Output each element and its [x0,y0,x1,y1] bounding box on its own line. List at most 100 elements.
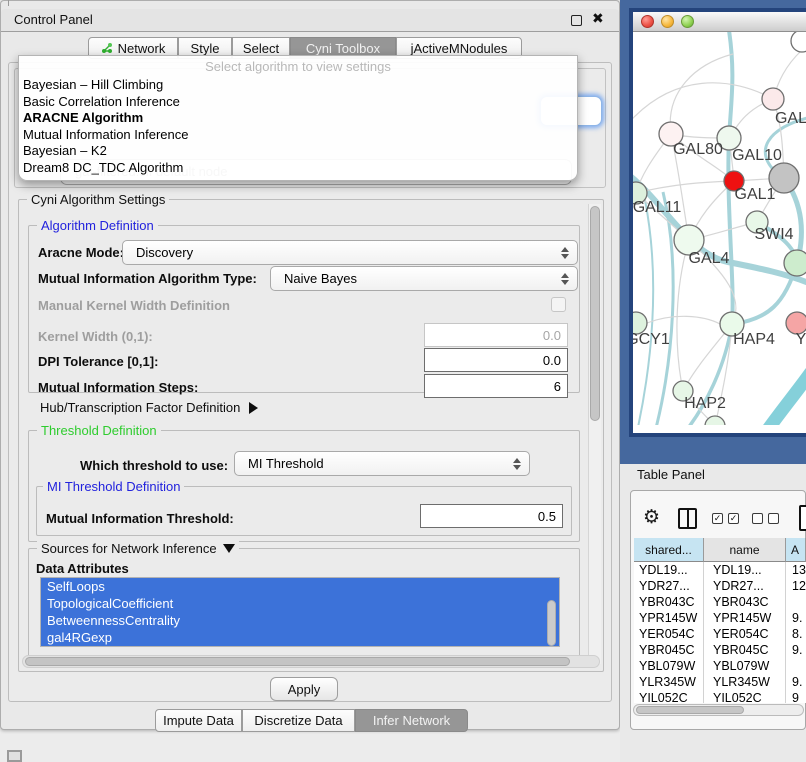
network-edge[interactable] [748,372,806,425]
table-header-row: shared... name A [634,538,806,562]
network-window-titlebar[interactable] [633,12,806,32]
panel-grip-handle[interactable] [7,750,22,762]
select-all-checkbox-icon[interactable]: ✓ [728,513,739,524]
network-edge[interactable] [647,316,720,324]
threshold-definition-title: Threshold Definition [37,423,161,438]
table-cell: YBL079W [704,658,786,674]
export-table-icon[interactable] [799,505,806,531]
table-cell: YPR145W [704,610,786,626]
table-row[interactable]: YDL19...YDL19...13 [634,562,806,578]
network-node[interactable] [762,88,784,110]
split-columns-icon[interactable] [678,508,697,529]
deselect-all-checkbox-icon[interactable] [768,513,779,524]
table-cell: YBR045C [704,642,786,658]
network-node-label: GCY1 [633,331,670,348]
column-header[interactable]: A [786,538,806,562]
scrollbar-thumb[interactable] [25,657,570,666]
settings-horizontal-scrollbar[interactable] [22,655,600,668]
window-edge-tick [8,0,9,6]
network-node[interactable] [791,32,806,52]
aracne-mode-combobox[interactable]: Discovery [122,240,578,265]
deselect-all-checkbox-icon[interactable] [752,513,763,524]
algorithm-dropdown-list: Bayesian – Hill ClimbingBasic Correlatio… [23,77,573,176]
table-cell: YPR145W [634,610,704,626]
tab-impute-data[interactable]: Impute Data [155,709,242,732]
scrollbar-thumb[interactable] [636,706,744,714]
tab-infer-network[interactable]: Infer Network [355,709,468,732]
hub-definition-expander[interactable]: Hub/Transcription Factor Definition [40,400,258,415]
minimize-window-icon[interactable] [661,15,674,28]
attribute-list-item[interactable]: gal4RGexp [41,629,559,646]
dropdown-item[interactable]: Mutual Information Inference [23,127,573,144]
table-row[interactable]: YBR043CYBR043C [634,594,806,610]
dropdown-item[interactable]: Dream8 DC_TDC Algorithm [23,160,573,177]
sources-group-title[interactable]: Sources for Network Inference [37,541,239,556]
mi-type-combobox[interactable]: Naive Bayes [270,266,578,291]
network-canvas[interactable]: GALGAL80GAL10GAL1GAL11SWI4GAL4GCY1HAP4YH… [633,32,806,425]
column-header[interactable]: shared... [634,538,704,562]
table-cell: YIL052C [634,690,704,703]
gear-icon[interactable]: ⚙ [643,506,660,528]
dropdown-item[interactable]: ARACNE Algorithm [23,110,573,127]
table-cell: YDL19... [704,562,786,578]
tab-label: Select [243,41,279,56]
float-panel-icon[interactable] [571,15,582,26]
screenshot: Control Panel ✖ Network Style Select Cyn… [0,0,806,762]
network-edge[interactable] [677,240,689,391]
attribute-list-item[interactable]: TopologicalCoefficient [41,595,559,612]
network-node[interactable] [784,250,806,276]
network-edge[interactable] [633,83,773,127]
network-edge[interactable] [655,192,673,425]
select-all-checkbox-icon[interactable]: ✓ [712,513,723,524]
algorithm-dropdown: Select algorithm to view settings Bayesi… [18,55,578,181]
apply-button[interactable]: Apply [270,677,338,701]
which-threshold-combobox[interactable]: MI Threshold [234,451,530,476]
table-cell [786,658,806,674]
kernel-width-field[interactable]: 0.0 [424,323,568,347]
table-row[interactable]: YIL052CYIL052C9 [634,690,806,703]
tab-discretize-data[interactable]: Discretize Data [242,709,355,732]
manual-kernel-label: Manual Kernel Width Definition [38,298,230,313]
list-scrollbar-thumb[interactable] [547,600,556,646]
tab-label: Network [118,41,166,56]
dropdown-prompt: Select algorithm to view settings [19,59,577,74]
table-row[interactable]: YBL079WYBL079W [634,658,806,674]
mi-threshold-field[interactable]: 0.5 [420,504,563,528]
table-cell: 9. [786,642,806,658]
table-row[interactable]: YDR27...YDR27...12 [634,578,806,594]
close-window-icon[interactable] [641,15,654,28]
network-edge[interactable] [670,54,733,134]
manual-kernel-checkbox[interactable] [551,297,566,312]
table-row[interactable]: YER054CYER054C8. [634,626,806,642]
aracne-mode-label: Aracne Mode: [38,245,124,260]
tab-label: Discretize Data [254,713,342,728]
data-attributes-list[interactable]: SelfLoopsTopologicalCoefficientBetweenne… [40,577,560,647]
network-node-label: GAL4 [689,250,730,267]
column-header[interactable]: name [704,538,786,562]
mi-steps-field[interactable]: 6 [424,374,568,398]
attribute-list-item[interactable]: SelfLoops [41,578,559,595]
dropdown-item[interactable]: Bayesian – K2 [23,143,573,160]
mi-steps-label: Mutual Information Steps: [38,380,198,395]
dropdown-item[interactable]: Bayesian – Hill Climbing [23,77,573,94]
dropdown-item[interactable]: Basic Correlation Inference [23,94,573,111]
table-cell: 13 [786,562,806,578]
table-row[interactable]: YBR045CYBR045C9. [634,642,806,658]
network-edge[interactable] [636,181,734,193]
attribute-list-item[interactable]: BetweennessCentrality [41,612,559,629]
table-row[interactable]: YPR145WYPR145W9. [634,610,806,626]
dpi-tolerance-field[interactable]: 0.0 [424,348,568,372]
network-node-label: SWI4 [754,226,793,243]
settings-vertical-scrollbar[interactable] [588,204,601,664]
zoom-window-icon[interactable] [681,15,694,28]
network-node[interactable] [705,416,725,425]
collapse-down-icon [223,544,235,553]
stepper-icon [561,247,569,259]
stepper-icon [561,273,569,285]
table-horizontal-scrollbar[interactable] [633,704,804,716]
close-icon[interactable]: ✖ [592,11,604,27]
table-cell: YBR045C [634,642,704,658]
table-row[interactable]: YLR345WYLR345W9. [634,674,806,690]
mi-type-label: Mutual Information Algorithm Type: [38,271,257,286]
scrollbar-thumb[interactable] [590,206,600,421]
